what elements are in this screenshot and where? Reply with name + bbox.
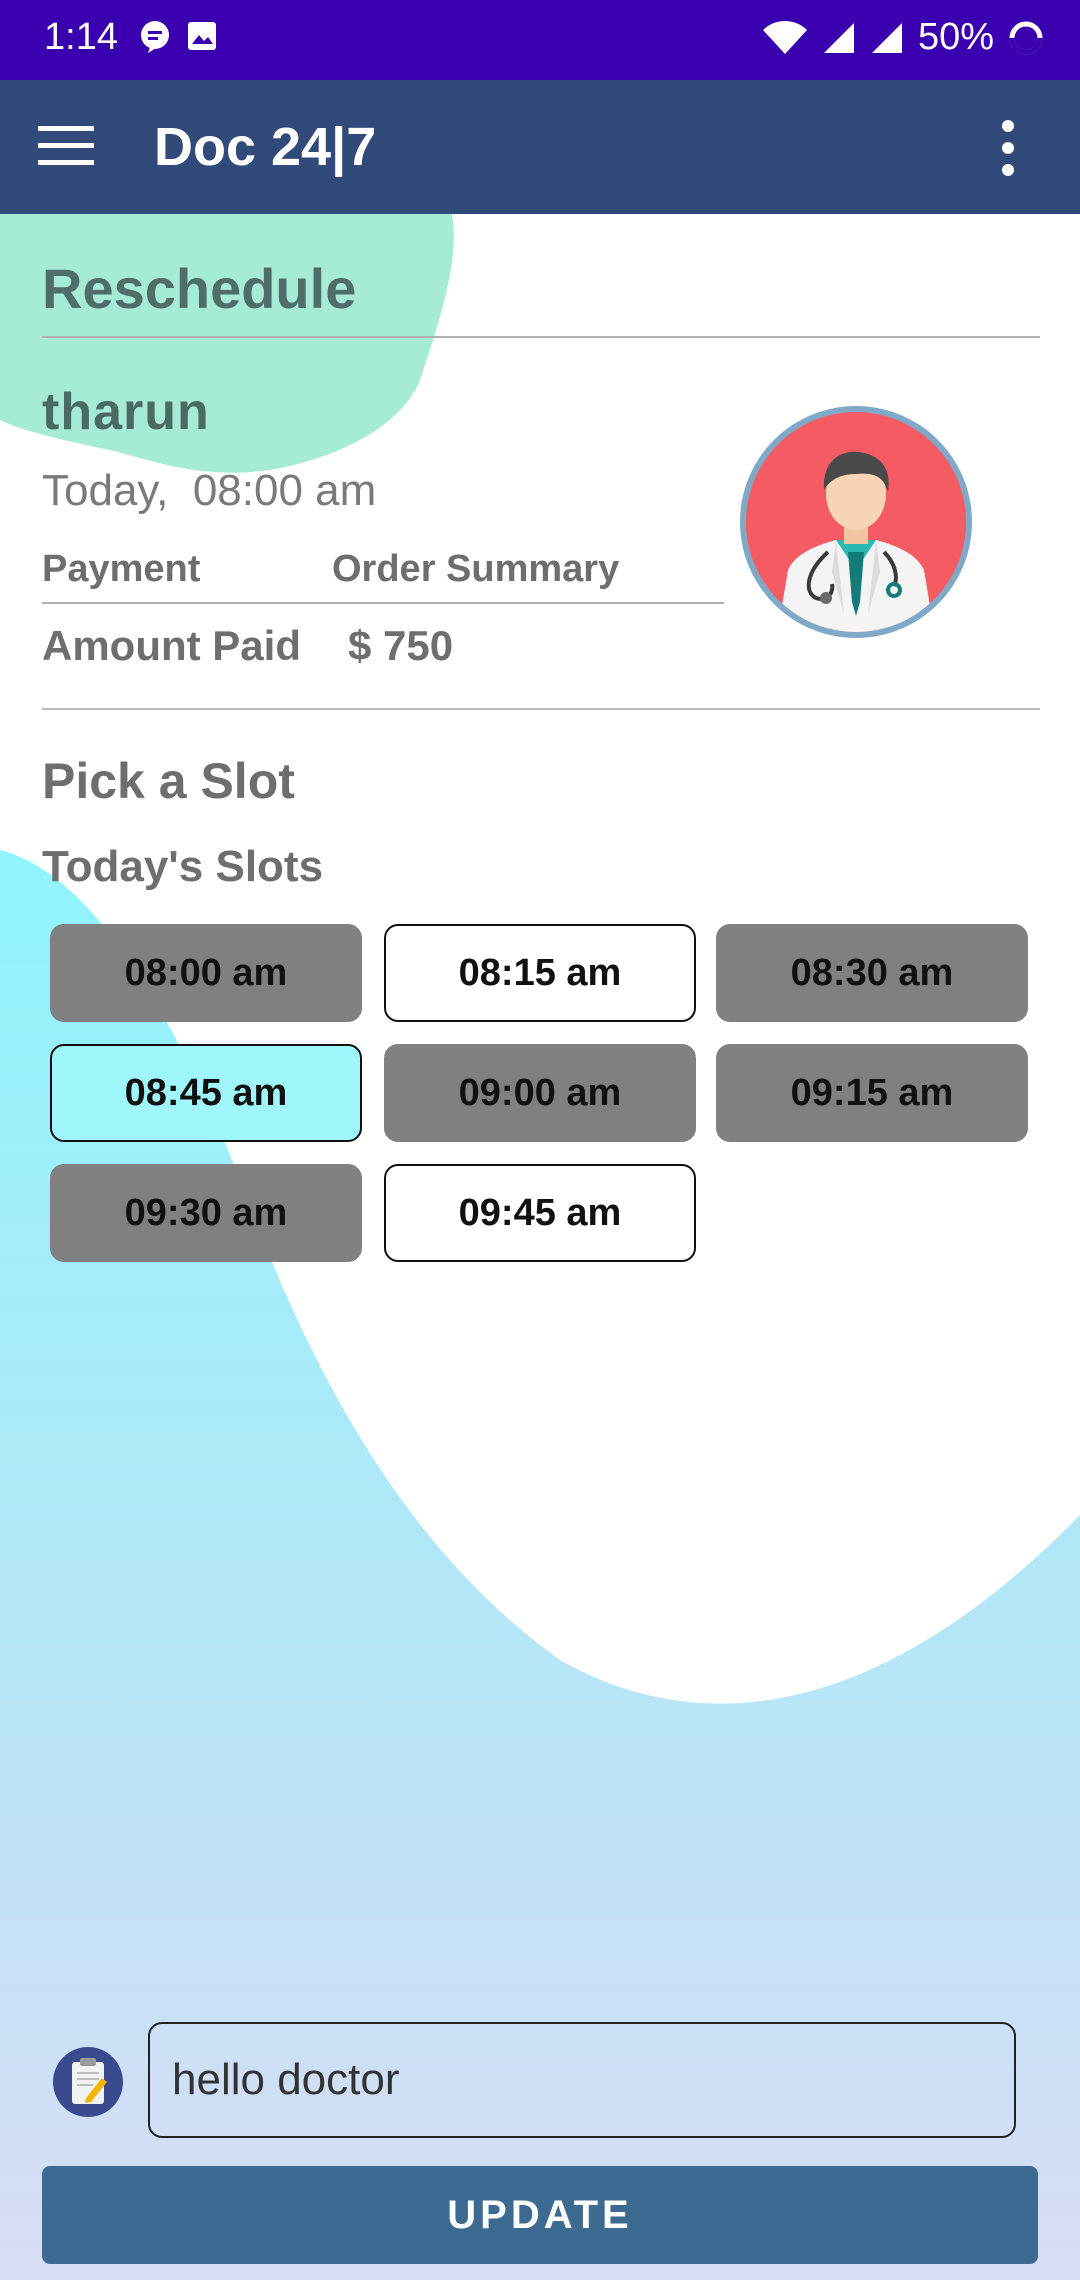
app-title: Doc 24|7 [154, 117, 377, 177]
wifi-icon [762, 20, 807, 54]
amount-paid-label: Amount Paid [42, 622, 301, 669]
chat-bubble-icon [141, 21, 169, 53]
todays-slots-title: Today's Slots [42, 842, 324, 891]
update-button[interactable]: UPDATE [42, 2166, 1038, 2264]
slot-button[interactable]: 08:00 am [50, 924, 362, 1022]
doctor-avatar [740, 406, 972, 638]
status-icons-right: 50% [762, 16, 1044, 59]
amount-paid-value: $ 750 [348, 622, 454, 669]
appointment-time: Today, 08:00 am [42, 466, 377, 515]
overflow-menu-icon[interactable] [996, 118, 1020, 178]
reschedule-title: Reschedule [42, 257, 357, 320]
status-icons-left [138, 20, 218, 54]
clipboard-icon [53, 2047, 123, 2117]
divider [42, 336, 1040, 338]
order-summary-label: Order Summary [332, 548, 620, 590]
status-time: 1:14 [44, 16, 118, 58]
battery-percent: 50% [917, 16, 994, 58]
divider [42, 602, 724, 604]
slot-button[interactable]: 08:30 am [716, 924, 1028, 1022]
slot-button[interactable]: 09:45 am [384, 1164, 696, 1262]
patient-name: tharun [42, 383, 210, 441]
divider [42, 708, 1040, 710]
payment-label: Payment [42, 548, 201, 590]
battery-ring-icon [1009, 21, 1043, 54]
image-icon [188, 22, 216, 50]
slot-button[interactable]: 08:45 am [50, 1044, 362, 1142]
status-bar: 1:14 50% [0, 0, 1080, 80]
app-bar: Doc 24|7 [0, 80, 1080, 214]
signal-icon [871, 22, 902, 53]
slot-button[interactable]: 09:15 am [716, 1044, 1028, 1142]
slot-button[interactable]: 08:15 am [384, 924, 696, 1022]
note-input[interactable] [148, 2022, 1016, 2138]
slot-button[interactable]: 09:30 am [50, 1164, 362, 1262]
slot-button[interactable]: 09:00 am [384, 1044, 696, 1142]
pick-slot-title: Pick a Slot [42, 753, 295, 809]
signal-icon [823, 22, 854, 53]
menu-icon[interactable] [36, 122, 96, 170]
